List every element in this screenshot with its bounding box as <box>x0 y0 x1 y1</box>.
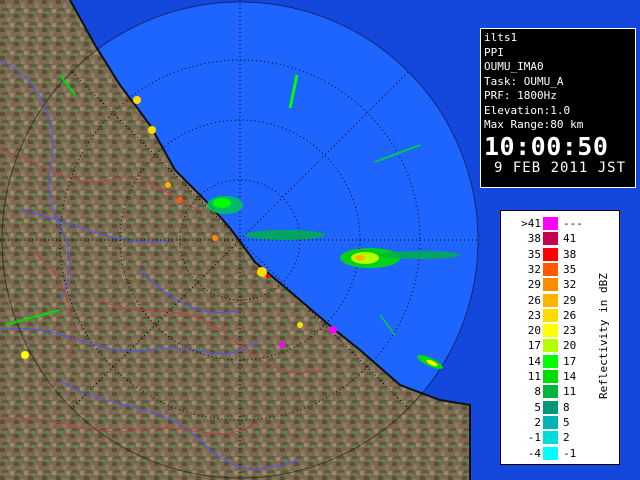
radar-info-panel: ilts1 PPI OUMU_IMA0 Task: OUMU_A PRF: 18… <box>480 28 636 188</box>
legend-swatch <box>543 324 558 338</box>
legend-swatch <box>543 293 558 307</box>
legend-high-label: -1 <box>563 446 577 460</box>
legend-low-label: 17 <box>527 339 541 353</box>
site-name: ilts1 <box>484 31 518 44</box>
legend-low-label: 29 <box>527 278 541 292</box>
max-range-value: Max Range:80 km <box>484 118 584 131</box>
legend-low-label: >41 <box>521 217 541 230</box>
legend-low-label: 20 <box>527 324 541 338</box>
product-name: OUMU_IMA0 <box>484 60 544 73</box>
legend-swatch <box>543 415 558 429</box>
legend-low-label: 38 <box>527 232 541 246</box>
legend-swatch <box>543 370 558 383</box>
legend-low-label: 11 <box>527 370 541 383</box>
legend-low-label: 35 <box>527 247 541 261</box>
legend-swatch <box>543 217 558 230</box>
legend-high-label: 17 <box>563 354 577 368</box>
legend-swatch <box>543 278 558 292</box>
prf-value: PRF: 1800Hz <box>484 89 557 102</box>
reflectivity-legend: >41 --- 38 41 35 38 32 35 29 32 26 29 23 26 20 23 17 20 14… <box>500 210 620 465</box>
legend-row: 25 <box>501 415 619 430</box>
legend-high-label: 32 <box>563 278 577 292</box>
date-display: 9 FEB 2011 JST <box>494 159 627 176</box>
elevation-value: Elevation:1.0 <box>484 103 571 117</box>
legend-swatch <box>543 262 558 276</box>
legend-high-label: --- <box>563 217 583 230</box>
legend-high-label: 29 <box>563 293 577 307</box>
legend-high-label: 35 <box>563 262 577 276</box>
legend-swatch <box>543 354 558 368</box>
legend-high-label: 41 <box>563 232 577 246</box>
legend-low-label: -1 <box>527 431 541 445</box>
legend-high-label: 2 <box>563 431 570 445</box>
legend-swatch <box>543 385 558 399</box>
task-name: Task: OUMU_A <box>484 74 564 88</box>
legend-low-label: 5 <box>534 400 541 414</box>
legend-high-label: 5 <box>563 415 570 429</box>
legend-high-label: 38 <box>563 247 577 261</box>
legend-low-label: 2 <box>534 415 541 429</box>
legend-swatch <box>543 232 558 246</box>
legend-title: Reflectivity in dBZ <box>597 273 610 399</box>
legend-swatch <box>543 247 558 261</box>
legend-swatch <box>543 339 558 353</box>
legend-swatch <box>543 446 558 460</box>
legend-low-label: 32 <box>527 262 541 276</box>
azimuth-lines <box>0 0 480 480</box>
legend-high-label: 14 <box>563 370 577 383</box>
legend-low-label: 23 <box>527 308 541 322</box>
time-display: 10:00:50 <box>484 131 609 161</box>
legend-row: -1 2 <box>501 430 619 445</box>
legend-high-label: 20 <box>563 339 577 353</box>
legend-row: 35 38 <box>501 247 619 262</box>
legend-high-label: 23 <box>563 324 577 338</box>
legend-low-label: 14 <box>527 354 541 368</box>
scan-type: PPI <box>484 45 504 59</box>
legend-row: -4 -1 <box>501 446 619 461</box>
legend-low-label: 26 <box>527 293 541 307</box>
legend-low-label: 8 <box>534 385 541 399</box>
legend-low-label: -4 <box>527 446 541 460</box>
legend-swatch <box>543 400 558 414</box>
legend-high-label: 26 <box>563 308 577 322</box>
legend-swatch <box>543 431 558 445</box>
legend-swatch <box>543 308 558 322</box>
legend-high-label: 8 <box>563 400 570 414</box>
legend-row: 38 41 <box>501 231 619 246</box>
legend-high-label: 11 <box>563 385 577 399</box>
legend-row: >41 --- <box>501 216 619 231</box>
